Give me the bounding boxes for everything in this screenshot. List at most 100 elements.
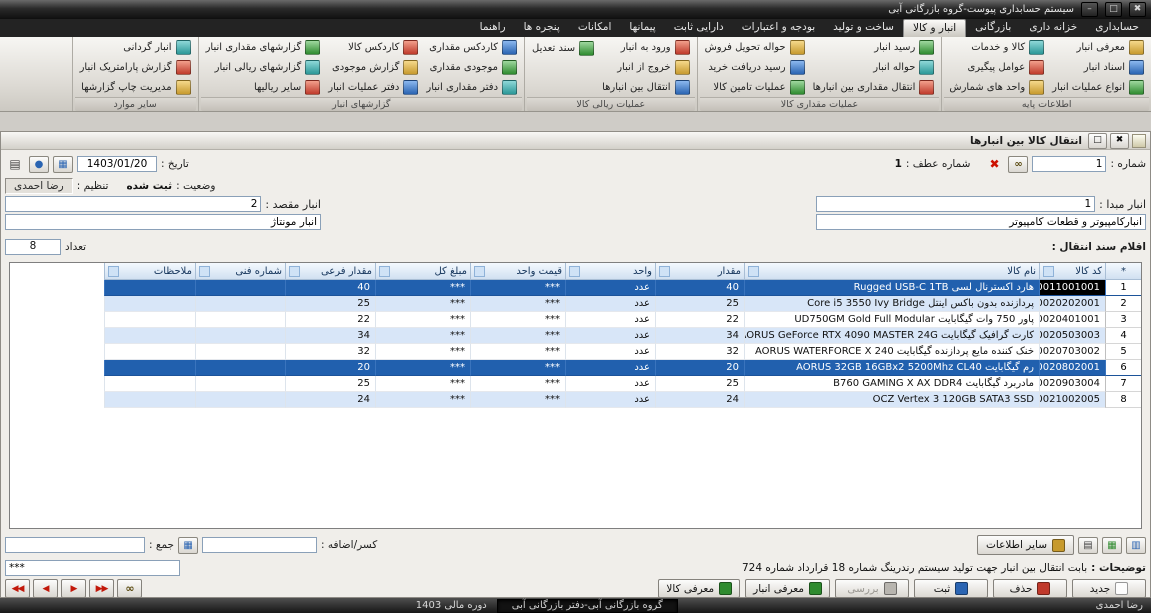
ribbon-button[interactable]: واحد های شمارش	[945, 77, 1048, 97]
date-input[interactable]	[77, 156, 157, 172]
ribbon-button[interactable]: کاردکس مقداری	[422, 38, 521, 58]
search-records-button[interactable]: ∞	[117, 579, 142, 598]
cell-qty[interactable]: 40	[655, 280, 744, 296]
dialog-maximize-icon[interactable]: □	[1088, 133, 1107, 149]
column-header[interactable]: مقدار	[655, 263, 744, 280]
cell-num[interactable]: 1	[1105, 280, 1141, 296]
dialog-close-icon[interactable]: ✖	[1110, 133, 1129, 149]
table-row[interactable]: 410020503003کارت گرافیک گیگابایت AORUS G…	[10, 328, 1141, 344]
cell-name[interactable]: هارد اکسترنال لسی Rugged USB-C 1TB	[744, 280, 1039, 296]
cell-unit[interactable]: عدد	[565, 392, 655, 408]
cell-notes[interactable]	[104, 280, 195, 296]
table-row[interactable]: 310020401001پاور 750 وات گیگابایت UD750G…	[10, 312, 1141, 328]
ribbon-button[interactable]: کالا و خدمات	[945, 38, 1048, 58]
filter-icon[interactable]	[474, 266, 485, 277]
cell-unit[interactable]: عدد	[565, 360, 655, 376]
filter-icon[interactable]	[379, 266, 390, 277]
cell-name[interactable]: پردازنده بدون باکس اینتل Core i5 3550 Iv…	[744, 296, 1039, 312]
cell-price[interactable]: ***	[470, 312, 565, 328]
menu-item-2[interactable]: بازرگانی	[966, 19, 1020, 37]
filter-icon[interactable]	[659, 266, 670, 277]
cell-notes[interactable]	[104, 360, 195, 376]
cell-num[interactable]: 5	[1105, 344, 1141, 360]
menu-item-9[interactable]: پنجره ها	[515, 19, 569, 37]
ribbon-button[interactable]: عملیات تامین کالا	[701, 77, 809, 97]
cell-price[interactable]: ***	[470, 328, 565, 344]
cell-tech_no[interactable]	[195, 392, 285, 408]
cell-sub_qty[interactable]: 25	[285, 296, 375, 312]
table-row[interactable]: 110011001001هارد اکسترنال لسی Rugged USB…	[10, 280, 1141, 296]
menu-item-4[interactable]: ساخت و تولید	[824, 19, 903, 37]
cell-name[interactable]: رم گیگابایت AORUS 32GB 16GBx2 5200Mhz CL…	[744, 360, 1039, 376]
ribbon-button[interactable]: انواع عملیات انبار	[1048, 77, 1148, 97]
cell-total[interactable]: ***	[375, 296, 470, 312]
prev-record-button[interactable]: ◀	[33, 579, 58, 598]
cell-unit[interactable]: عدد	[565, 344, 655, 360]
cell-tech_no[interactable]	[195, 376, 285, 392]
menu-item-5[interactable]: بودجه و اعتبارات	[733, 19, 824, 37]
table-row[interactable]: 510020703002خنک کننده مایع پردازنده گیگا…	[10, 344, 1141, 360]
cell-qty[interactable]: 24	[655, 392, 744, 408]
ribbon-button[interactable]: ورود به انبار	[598, 38, 694, 58]
cell-unit[interactable]: عدد	[565, 296, 655, 312]
cell-total[interactable]: ***	[375, 328, 470, 344]
ribbon-button[interactable]: گزارشهای ریالی انبار	[202, 58, 325, 78]
cell-sub_qty[interactable]: 40	[285, 280, 375, 296]
next-record-button[interactable]: ▶	[61, 579, 86, 598]
filter-icon[interactable]	[748, 266, 759, 277]
ribbon-button[interactable]: گزارشهای مقداری انبار	[202, 38, 325, 58]
filter-icon[interactable]	[108, 266, 119, 277]
menu-item-3[interactable]: انبار و کالا	[903, 19, 966, 37]
filter-icon[interactable]	[199, 266, 210, 277]
cell-tech_no[interactable]	[195, 296, 285, 312]
cell-notes[interactable]	[104, 344, 195, 360]
cell-code[interactable]: 10021002005	[1039, 392, 1105, 408]
ribbon-button[interactable]: عوامل پیگیری	[945, 58, 1048, 78]
column-header[interactable]: واحد	[565, 263, 655, 280]
cell-sub_qty[interactable]: 24	[285, 392, 375, 408]
cell-qty[interactable]: 25	[655, 376, 744, 392]
document-number-input[interactable]	[1032, 156, 1106, 172]
calculator-button[interactable]: ▦	[178, 537, 198, 554]
add-warehouse-button[interactable]: معرفی انبار	[745, 579, 830, 598]
table-row[interactable]: 810021002005OCZ Vertex 3 120GB SATA3 SSD…	[10, 392, 1141, 408]
cell-code[interactable]: 10020703002	[1039, 344, 1105, 360]
cancel-button[interactable]: ✖	[984, 156, 1004, 173]
column-header[interactable]: کد کالا	[1039, 263, 1105, 280]
cell-total[interactable]: ***	[375, 344, 470, 360]
cell-qty[interactable]: 20	[655, 360, 744, 376]
cell-qty[interactable]: 34	[655, 328, 744, 344]
ribbon-button[interactable]: انتقال بین انبارها	[598, 77, 694, 97]
cell-num[interactable]: 4	[1105, 328, 1141, 344]
cell-code[interactable]: 10020903004	[1039, 376, 1105, 392]
export-button[interactable]: ▦	[1102, 537, 1122, 554]
column-header[interactable]: مقدار فرعی	[285, 263, 375, 280]
source-warehouse-code-input[interactable]	[816, 196, 1095, 212]
cell-tech_no[interactable]	[195, 328, 285, 344]
cell-price[interactable]: ***	[470, 344, 565, 360]
cell-total[interactable]: ***	[375, 312, 470, 328]
cell-num[interactable]: 2	[1105, 296, 1141, 312]
clock-button[interactable]: ●	[29, 156, 49, 173]
cell-num[interactable]: 3	[1105, 312, 1141, 328]
first-record-button[interactable]: ◀◀	[5, 579, 30, 598]
ribbon-button[interactable]: موجودی مقداری	[422, 58, 521, 78]
cell-num[interactable]: 7	[1105, 376, 1141, 392]
cell-notes[interactable]	[104, 328, 195, 344]
cell-tech_no[interactable]	[195, 360, 285, 376]
column-header[interactable]: قیمت واحد	[470, 263, 565, 280]
search-button[interactable]: ∞	[1008, 156, 1028, 173]
cell-price[interactable]: ***	[470, 376, 565, 392]
cell-sub_qty[interactable]: 20	[285, 360, 375, 376]
column-header[interactable]: مبلغ کل	[375, 263, 470, 280]
cell-code[interactable]: 10020202001	[1039, 296, 1105, 312]
window-minimize-icon[interactable]: –	[1081, 2, 1098, 17]
table-row[interactable]: 710020903004مادربرد گیگابایت B760 GAMING…	[10, 376, 1141, 392]
delete-button[interactable]: حذف	[993, 579, 1067, 598]
dest-warehouse-name-input[interactable]	[5, 214, 321, 230]
adjust-input[interactable]	[202, 537, 317, 553]
cell-num[interactable]: 8	[1105, 392, 1141, 408]
ribbon-button[interactable]: معرفی انبار	[1048, 38, 1148, 58]
menu-item-7[interactable]: پیمانها	[620, 19, 664, 37]
cell-price[interactable]: ***	[470, 360, 565, 376]
